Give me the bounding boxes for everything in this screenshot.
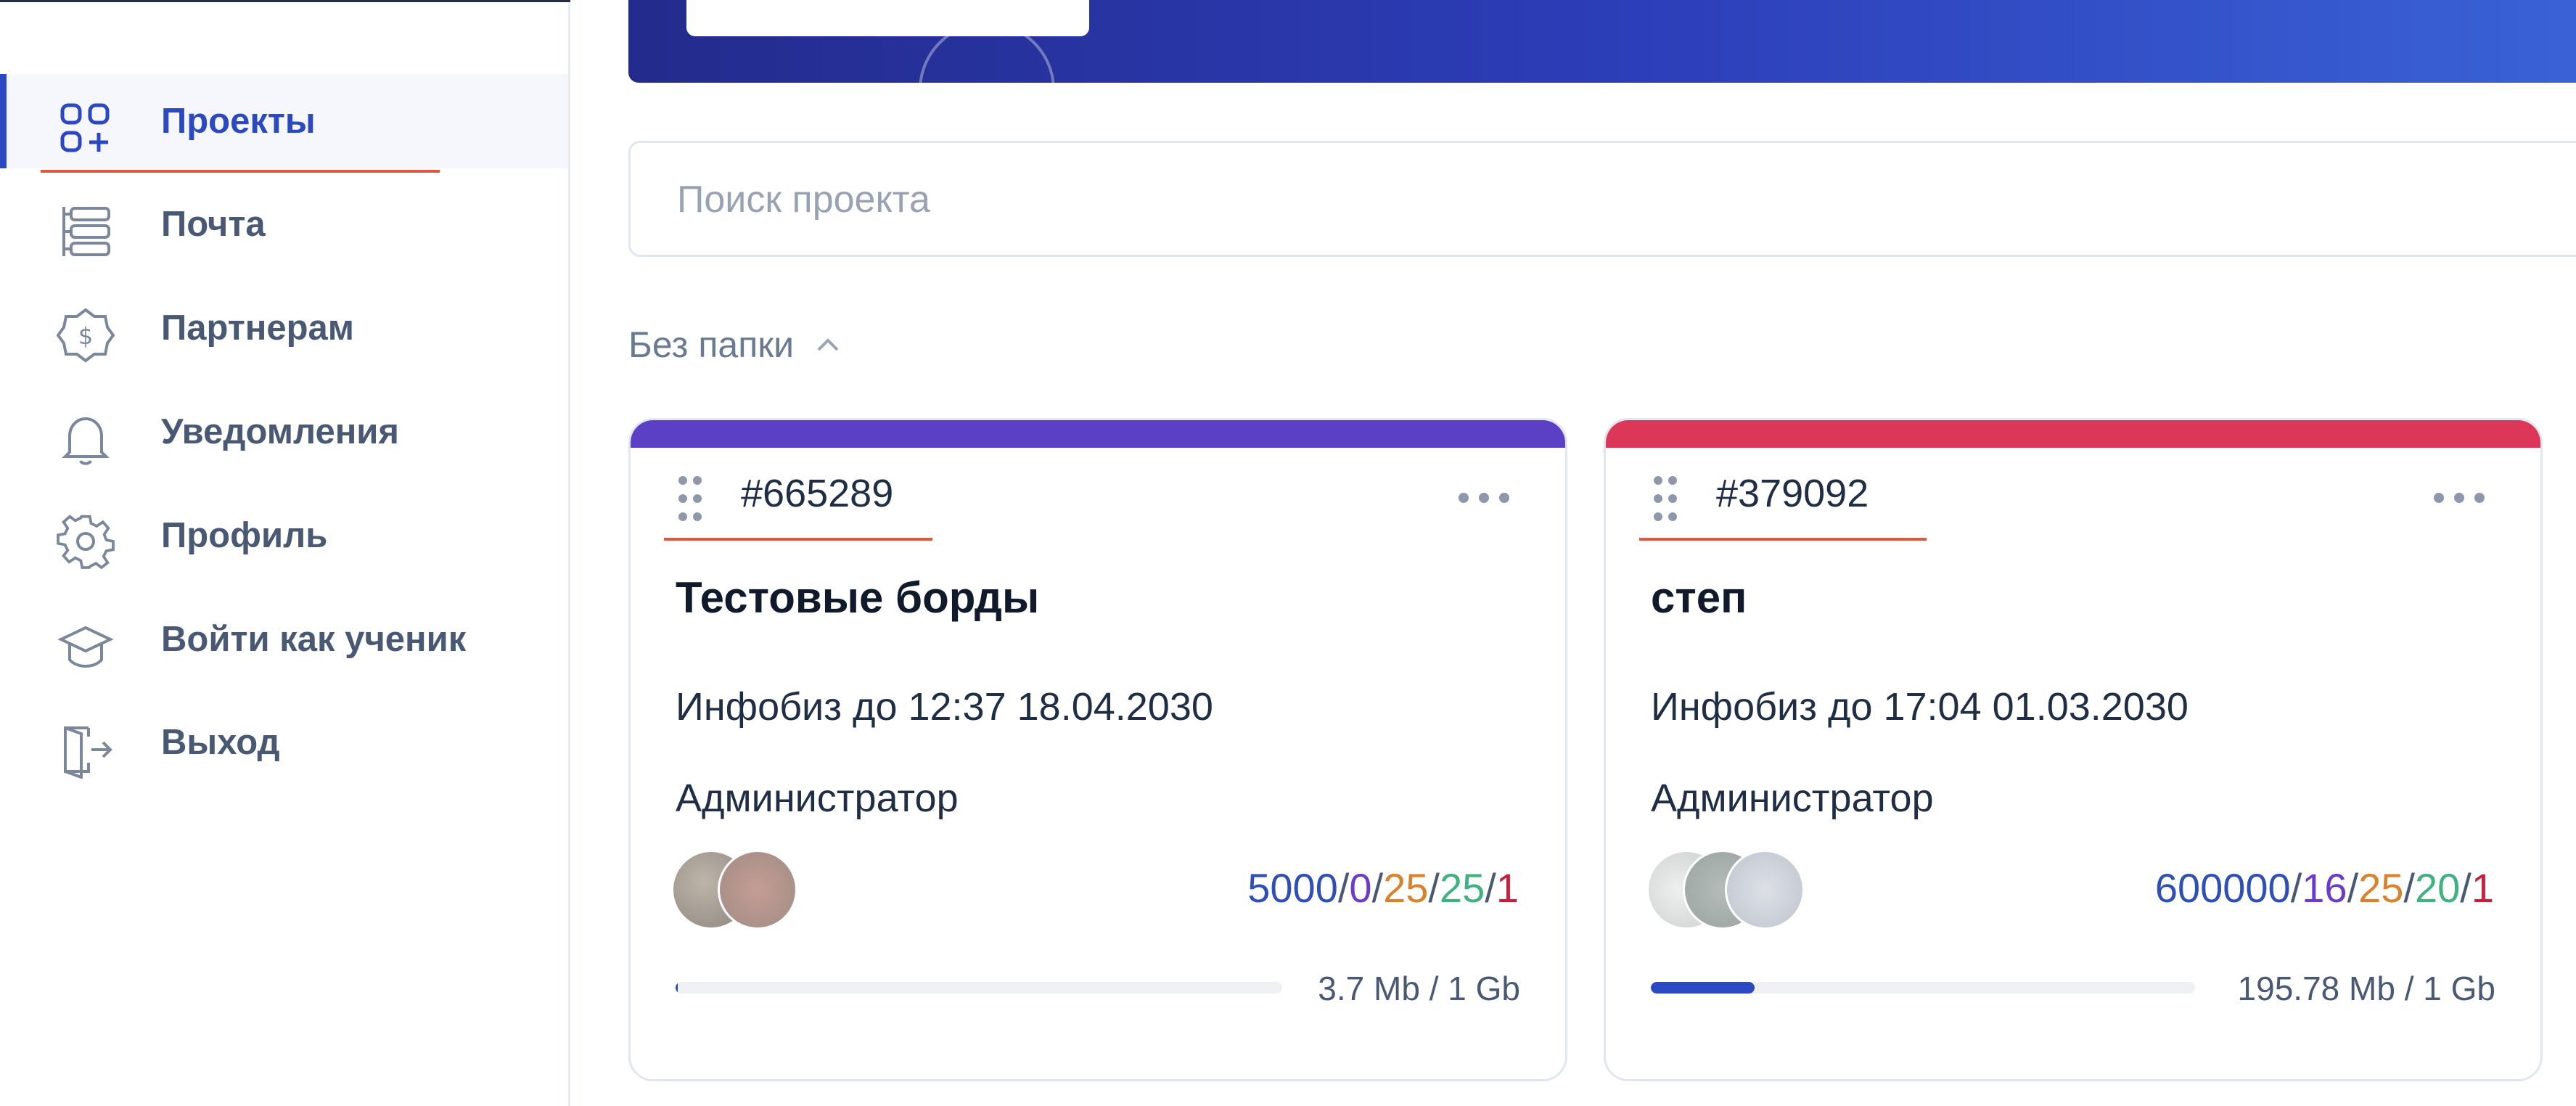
project-id-underline xyxy=(664,538,932,541)
project-card[interactable]: #379092 степ Инфобиз до 17:04 01.03.2030… xyxy=(1604,418,2543,1081)
project-id-underline xyxy=(1639,538,1927,541)
stat-value: 16 xyxy=(2302,865,2347,911)
project-role: Администратор xyxy=(1651,777,1934,820)
stat-value: 1 xyxy=(1496,865,1519,911)
stat-value: 25 xyxy=(2358,865,2404,911)
svg-text:$: $ xyxy=(78,322,93,350)
folder-toggle[interactable]: Без папки xyxy=(628,319,843,370)
stat-value: 25 xyxy=(1383,865,1429,911)
sidebar-item-label: Партнерам xyxy=(161,308,355,348)
project-search xyxy=(628,141,2576,257)
project-plan: Инфобиз до 12:37 18.04.2030 xyxy=(676,685,1213,729)
project-id[interactable]: #665289 xyxy=(741,471,893,516)
more-options-icon[interactable] xyxy=(1455,487,1513,509)
project-name: Тестовые борды xyxy=(676,573,1040,622)
active-underline xyxy=(41,170,440,173)
sidebar-item-partners[interactable]: $ Партнерам xyxy=(0,281,568,375)
sidebar-item-notifications[interactable]: Уведомления xyxy=(0,385,568,479)
stat-value: 1 xyxy=(2471,865,2494,911)
search-input[interactable] xyxy=(676,143,2493,256)
sidebar-item-label: Почта xyxy=(161,205,266,244)
stat-value: 0 xyxy=(1349,865,1372,911)
sidebar-item-mail[interactable]: Почта xyxy=(0,177,568,271)
sidebar-item-logout[interactable]: Выход xyxy=(0,695,568,790)
sidebar-item-login-as-student[interactable]: Войти как ученик xyxy=(0,592,568,687)
partners-icon: $ xyxy=(56,306,115,364)
sidebar-item-label: Выход xyxy=(161,723,280,762)
sidebar-item-label: Профиль xyxy=(161,516,328,555)
project-id[interactable]: #379092 xyxy=(1716,471,1869,516)
project-stats: 5000/0/25/25/1 xyxy=(1247,865,1519,911)
storage-progress xyxy=(676,982,1282,994)
sidebar-item-label: Уведомления xyxy=(161,412,400,451)
storage-text: 3.7 Mb / 1 Gb xyxy=(1318,970,1520,1007)
storage-progress-fill xyxy=(1651,982,1755,994)
more-options-icon[interactable] xyxy=(2430,487,2488,509)
sidebar-item-profile[interactable]: Профиль xyxy=(0,488,568,583)
avatar xyxy=(1725,850,1805,930)
bell-icon xyxy=(57,410,115,468)
gear-icon xyxy=(57,514,115,572)
sidebar-item-projects[interactable]: Проекты xyxy=(0,74,568,173)
project-stats: 600000/16/25/20/1 xyxy=(2154,865,2494,911)
mail-icon xyxy=(57,202,115,261)
folder-label: Без папки xyxy=(628,324,795,365)
project-name: степ xyxy=(1651,573,1747,622)
student-cap-icon xyxy=(57,618,115,676)
project-role: Администратор xyxy=(676,777,959,820)
storage-progress xyxy=(1651,982,2195,994)
stat-value: 600000 xyxy=(2154,865,2291,911)
card-accent-bar xyxy=(1606,420,2540,448)
stat-value: 20 xyxy=(2414,865,2461,911)
project-card[interactable]: #665289 Тестовые борды Инфобиз до 12:37 … xyxy=(628,418,1567,1081)
active-indicator xyxy=(0,74,7,168)
chevron-up-icon xyxy=(813,329,843,360)
stat-value: 5000 xyxy=(1247,865,1338,911)
sidebar: Проекты Почта $ Партнерам Уведомления Пр… xyxy=(0,0,570,1106)
top-divider xyxy=(0,0,570,2)
project-plan: Инфобиз до 17:04 01.03.2030 xyxy=(1651,685,2189,729)
banner-button[interactable] xyxy=(686,0,1089,36)
stat-value: 25 xyxy=(1439,865,1485,911)
avatar xyxy=(718,850,797,930)
storage-progress-fill xyxy=(676,982,678,994)
drag-handle-icon[interactable] xyxy=(1651,475,1680,523)
projects-icon xyxy=(57,99,115,157)
sidebar-item-label: Проекты xyxy=(161,102,316,141)
storage-text: 195.78 Mb / 1 Gb xyxy=(2237,970,2495,1007)
sidebar-item-label: Войти как ученик xyxy=(161,620,467,659)
drag-handle-icon[interactable] xyxy=(676,475,705,523)
logout-icon xyxy=(57,721,115,779)
promo-banner xyxy=(628,0,2576,83)
card-accent-bar xyxy=(631,420,1565,448)
